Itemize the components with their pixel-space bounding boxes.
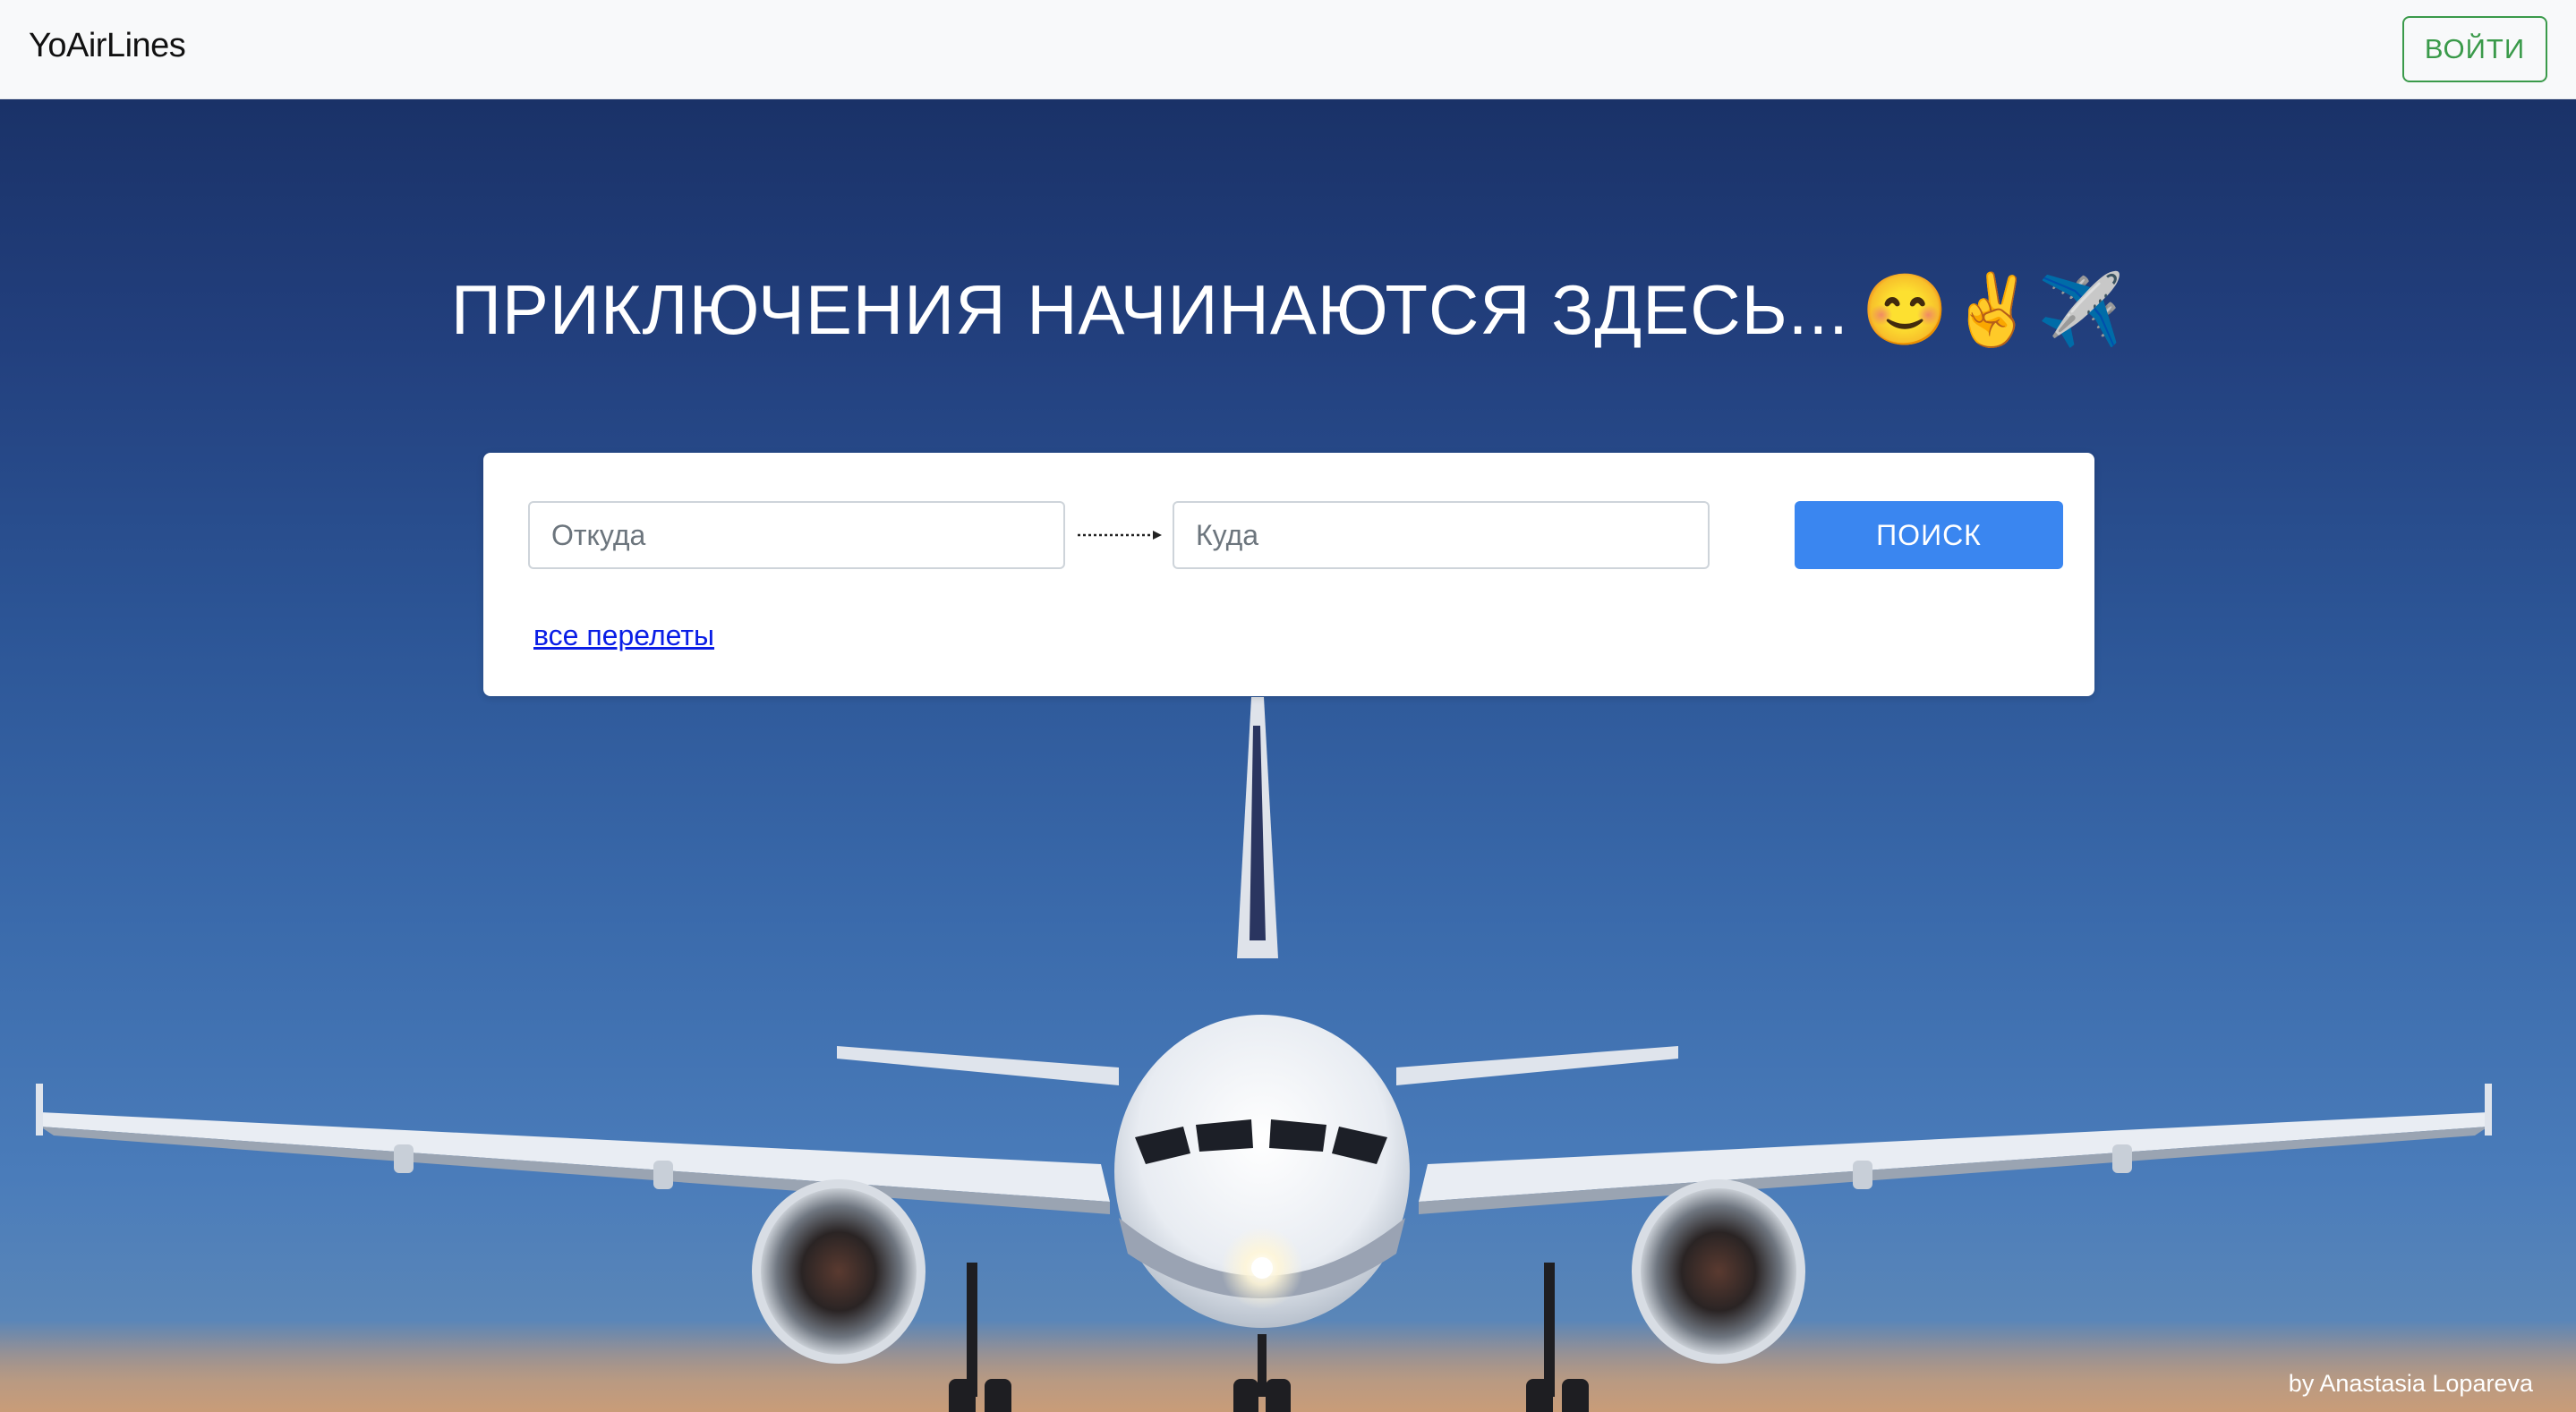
page: YoAirLines ВОЙТИ ПРИКЛЮЧЕНИЯ НАЧИНАЮТСЯ … (0, 0, 2576, 1412)
hero-title: ПРИКЛЮЧЕНИЯ НАЧИНАЮТСЯ ЗДЕСЬ... 😊✌️✈️ (0, 269, 2576, 352)
route-arrow-icon (1078, 531, 1162, 540)
search-card: ПОИСК все перелеты (483, 453, 2094, 696)
author-credit: by Anastasia Lopareva (2288, 1370, 2533, 1397)
hero-section: ПРИКЛЮЧЕНИЯ НАЧИНАЮТСЯ ЗДЕСЬ...😊✌️✈️ ПОИ… (0, 99, 2576, 1412)
login-button[interactable]: ВОЙТИ (2402, 16, 2547, 82)
search-button[interactable]: ПОИСК (1795, 501, 2063, 569)
all-flights-link[interactable]: все перелеты (533, 619, 714, 652)
hero-emojis: 😊✌️✈️ (1861, 270, 2126, 349)
to-input[interactable] (1173, 501, 1710, 569)
hero-title-text: ПРИКЛЮЧЕНИЯ НАЧИНАЮТСЯ ЗДЕСЬ... (450, 270, 1849, 349)
navbar: YoAirLines ВОЙТИ (0, 0, 2576, 99)
from-input[interactable] (528, 501, 1065, 569)
brand-logo[interactable]: YoAirLines (29, 27, 186, 65)
